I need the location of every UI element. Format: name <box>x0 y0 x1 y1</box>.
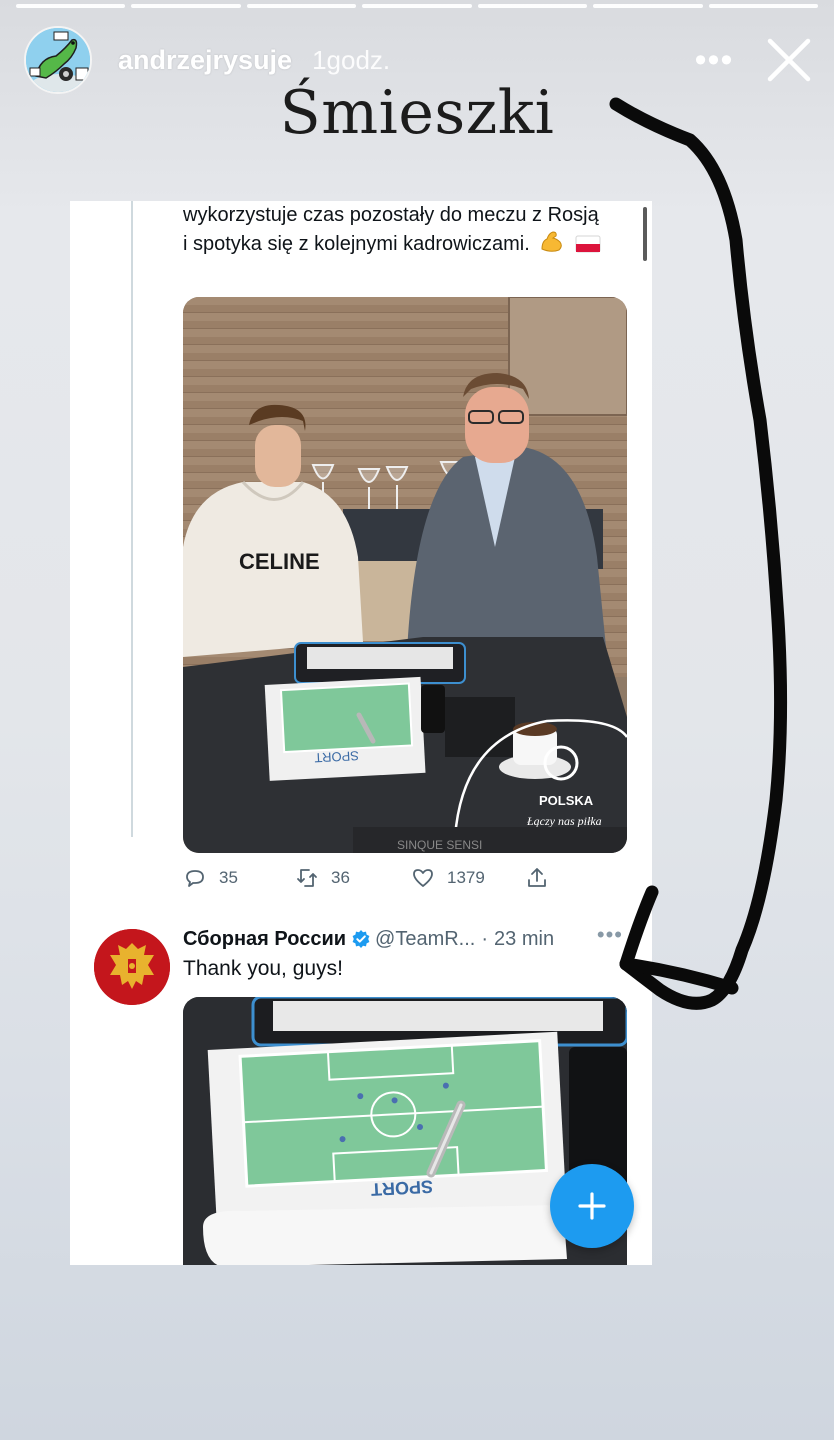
reply-button[interactable]: 35 <box>183 866 295 890</box>
tweet-screenshot: wykorzystuje czas pozostały do meczu z R… <box>70 201 652 1265</box>
story-timestamp: 1godz. <box>312 44 391 75</box>
poland-flag-icon <box>575 235 601 253</box>
meeting-photo: CELINE SPORT POLSKA Łączy nas piłka SINQ… <box>183 297 627 853</box>
story-progress-bar <box>16 4 818 8</box>
progress-segment <box>477 4 588 8</box>
reply-count: 35 <box>219 868 238 887</box>
heart-icon <box>413 869 433 887</box>
more-icon: ••• <box>694 40 734 79</box>
like-count: 1379 <box>447 868 485 887</box>
progress-segment <box>16 4 126 8</box>
tweet-time[interactable]: 23 min <box>494 928 554 951</box>
progress-segment <box>708 4 818 8</box>
verified-badge-icon <box>352 930 370 948</box>
team-russia-avatar[interactable] <box>94 929 170 1005</box>
more-options-button[interactable]: ••• <box>692 38 736 82</box>
tweet2-header: Сборная России @TeamR... · 23 min ••• <box>183 922 623 952</box>
story-caption-text: Śmieszki <box>279 78 555 148</box>
tweet-actions: 35 36 1379 <box>183 863 627 893</box>
author-handle[interactable]: @TeamR... <box>375 928 475 951</box>
front-pad-text: SINQUE SENSI <box>397 838 482 852</box>
flexed-biceps-icon <box>541 231 563 252</box>
compose-tweet-button[interactable] <box>550 1164 634 1248</box>
tweet-photo[interactable]: CELINE SPORT POLSKA Łączy nas piłka SINQ… <box>183 297 627 853</box>
scrollbar[interactable] <box>643 207 647 261</box>
progress-segment <box>593 4 703 8</box>
close-icon[interactable] <box>766 37 812 83</box>
progress-segment <box>131 4 241 8</box>
progress-segment <box>246 4 357 8</box>
hoodie-text: CELINE <box>239 549 320 574</box>
tweet-more-icon[interactable]: ••• <box>597 922 623 948</box>
pad-text: SPORT <box>314 748 359 765</box>
thread-line <box>131 201 133 837</box>
tweet-body: wykorzystuje czas pozostały do meczu z R… <box>183 204 599 255</box>
retweet-count: 36 <box>331 868 350 887</box>
polska-badge-text: POLSKA <box>539 793 594 808</box>
tweet2-text: Thank you, guys! <box>183 957 343 980</box>
progress-segment <box>362 4 472 8</box>
meta-separator: · <box>481 927 489 950</box>
plus-icon <box>578 1192 606 1220</box>
retweet-button[interactable]: 36 <box>295 866 411 890</box>
polska-badge-slogan: Łączy nas piłka <box>526 814 602 828</box>
tweet-text: wykorzystuje czas pozostały do meczu z R… <box>183 201 603 258</box>
share-icon <box>528 868 546 887</box>
story-username[interactable]: andrzejrysuje <box>118 45 292 76</box>
like-button[interactable]: 1379 <box>411 866 525 890</box>
double-headed-eagle-icon <box>94 929 170 1005</box>
share-button[interactable] <box>525 866 549 890</box>
tactics-pad-text: SPORT <box>370 1176 433 1199</box>
retweet-icon <box>297 869 317 887</box>
author-name[interactable]: Сборная России <box>183 928 346 951</box>
reply-icon <box>186 870 204 887</box>
